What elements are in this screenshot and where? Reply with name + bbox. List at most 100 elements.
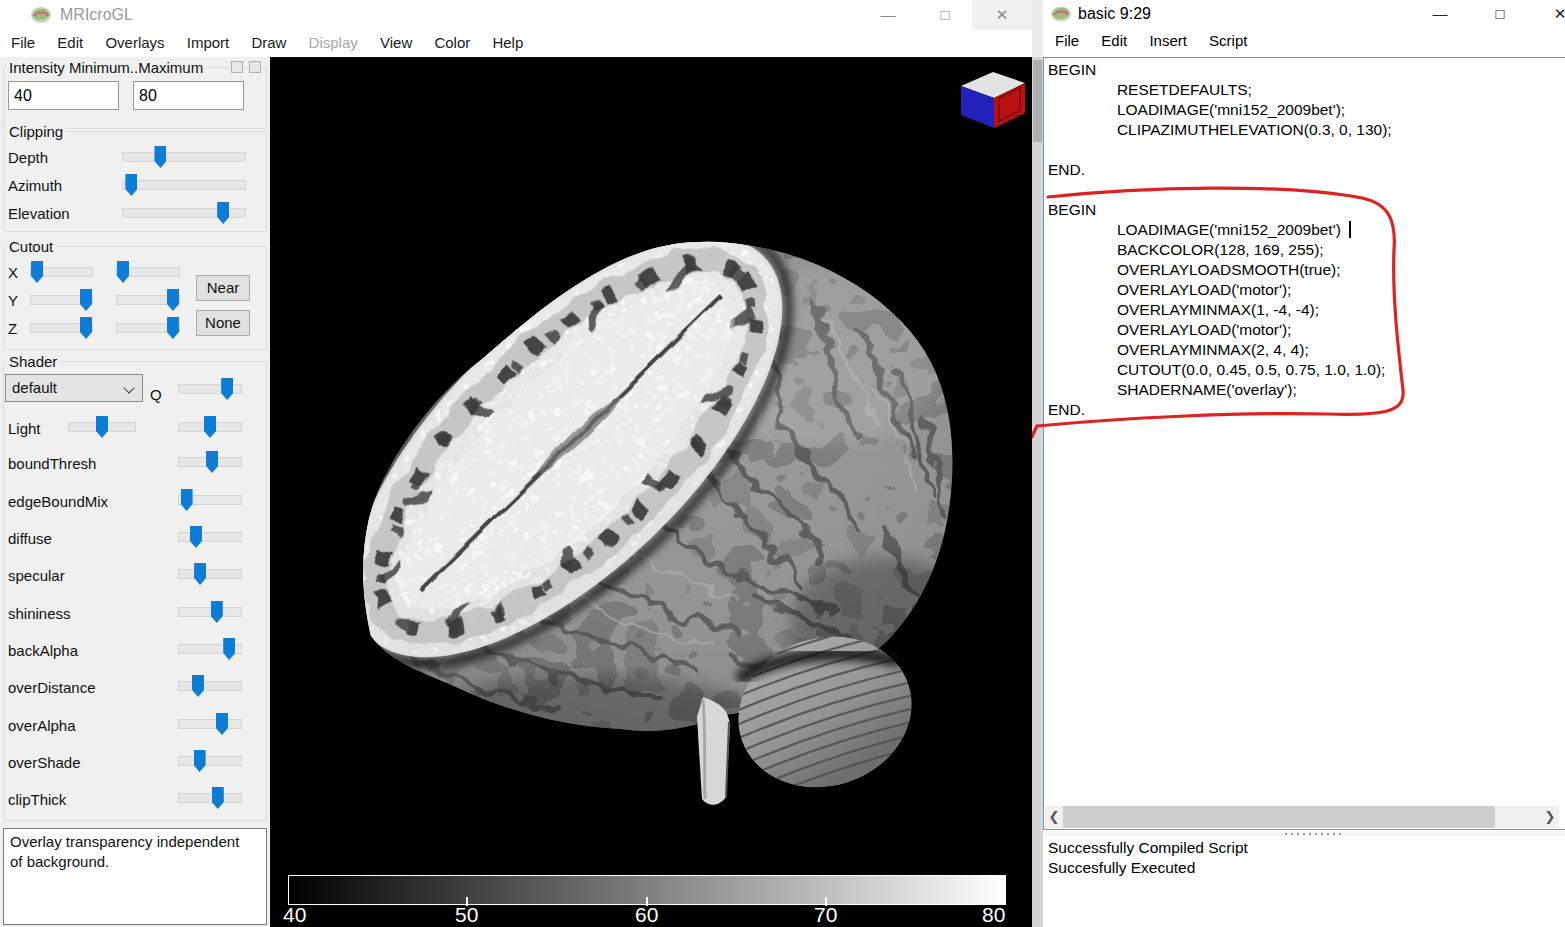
brain-render bbox=[270, 57, 1032, 927]
backAlpha-label: backAlpha bbox=[8, 642, 78, 659]
cutout-x-slider-2[interactable] bbox=[116, 261, 180, 283]
splitter-grip bbox=[1285, 833, 1345, 835]
backAlpha-slider[interactable] bbox=[178, 638, 242, 660]
shader-label: Shader bbox=[6, 353, 60, 370]
specular-label: specular bbox=[8, 567, 65, 584]
intensity-label: Intensity Minimum..Maximum bbox=[6, 59, 206, 76]
overShade-label: overShade bbox=[8, 754, 81, 771]
boundThresh-slider[interactable] bbox=[178, 451, 242, 473]
help-text: Overlay transparency independent of back… bbox=[10, 833, 239, 870]
minimize-button[interactable]: — bbox=[865, 0, 911, 30]
specular-slider[interactable] bbox=[178, 563, 242, 585]
script-window-title: basic 9:29 bbox=[1078, 5, 1151, 23]
cutout-x-slider-1[interactable] bbox=[30, 261, 93, 283]
overAlpha-slider[interactable] bbox=[178, 713, 242, 735]
cutout-z-slider-1[interactable] bbox=[30, 317, 93, 339]
scroll-right-arrow[interactable]: ❯ bbox=[1541, 806, 1559, 828]
near-button[interactable]: Near bbox=[196, 275, 250, 301]
script-titlebar[interactable]: basic 9:29 — □ ✕ bbox=[1043, 0, 1565, 28]
cutout-label: Cutout bbox=[6, 238, 56, 255]
q-label: Q bbox=[150, 386, 162, 403]
menu-help[interactable]: Help bbox=[492, 30, 523, 51]
status-line-2: Succesfully Executed bbox=[1048, 858, 1565, 878]
light-slider-1[interactable] bbox=[68, 416, 136, 438]
colorbar-label-70: 70 bbox=[814, 903, 837, 927]
intensity-checkbox-1[interactable] bbox=[231, 61, 243, 73]
window-title: MRIcroGL bbox=[60, 6, 133, 24]
elevation-label: Elevation bbox=[8, 205, 70, 222]
scrollbar-thumb[interactable] bbox=[1063, 806, 1495, 828]
close-button[interactable]: ✕ bbox=[979, 0, 1025, 30]
script-menu-file[interactable]: File bbox=[1055, 28, 1079, 49]
status-area: Successfully Compiled Script Succesfully… bbox=[1043, 836, 1565, 927]
mricrogl-window: MRIcroGL — □ ✕ File Edit Overlays Import… bbox=[0, 0, 1032, 927]
script-close-button[interactable]: ✕ bbox=[1540, 0, 1565, 28]
intensity-max-input[interactable] bbox=[133, 81, 244, 110]
menu-view[interactable]: View bbox=[380, 30, 412, 51]
none-button[interactable]: None bbox=[196, 310, 250, 336]
light-slider-2[interactable] bbox=[178, 416, 242, 438]
shininess-label: shininess bbox=[8, 605, 71, 622]
script-maximize-button[interactable]: □ bbox=[1480, 0, 1520, 28]
edgeBoundMix-slider[interactable] bbox=[178, 489, 242, 511]
light-label: Light bbox=[8, 420, 41, 437]
script-menu-script[interactable]: Script bbox=[1209, 28, 1247, 49]
intensity-checkbox-2[interactable] bbox=[249, 61, 261, 73]
maximize-button[interactable]: □ bbox=[922, 0, 968, 30]
diffuse-slider[interactable] bbox=[178, 526, 242, 548]
script-menubar: File Edit Insert Script bbox=[1043, 28, 1565, 57]
menu-color[interactable]: Color bbox=[434, 30, 470, 51]
app-brain-icon bbox=[30, 5, 52, 25]
horizontal-scrollbar[interactable]: ❮ ❯ bbox=[1045, 806, 1559, 828]
edgeBoundMix-label: edgeBoundMix bbox=[8, 493, 108, 510]
depth-label: Depth bbox=[8, 149, 48, 166]
overShade-slider[interactable] bbox=[178, 750, 242, 772]
clipThick-label: clipThick bbox=[8, 791, 66, 808]
menu-overlays[interactable]: Overlays bbox=[105, 30, 164, 51]
cutout-y-slider-2[interactable] bbox=[116, 289, 180, 311]
status-line-1: Successfully Compiled Script bbox=[1048, 838, 1565, 858]
elevation-slider[interactable] bbox=[122, 202, 246, 224]
diffuse-label: diffuse bbox=[8, 530, 52, 547]
overDistance-slider[interactable] bbox=[178, 675, 242, 697]
control-panel: Intensity Minimum..Maximum Clipping Dept… bbox=[0, 57, 270, 927]
depth-slider[interactable] bbox=[122, 146, 246, 168]
intensity-min-input[interactable] bbox=[8, 81, 119, 110]
clipThick-slider[interactable] bbox=[178, 787, 242, 809]
menu-import[interactable]: Import bbox=[187, 30, 230, 51]
menu-edit[interactable]: Edit bbox=[57, 30, 83, 51]
menu-draw[interactable]: Draw bbox=[251, 30, 286, 51]
cutout-y-slider-1[interactable] bbox=[30, 289, 93, 311]
script-brain-icon bbox=[1050, 5, 1072, 23]
shader-dropdown[interactable]: default bbox=[5, 374, 143, 402]
azimuth-label: Azimuth bbox=[8, 177, 62, 194]
colorbar-label-50: 50 bbox=[455, 903, 478, 927]
q-slider[interactable] bbox=[178, 378, 242, 400]
scroll-left-arrow[interactable]: ❮ bbox=[1045, 806, 1063, 828]
colorbar-label-60: 60 bbox=[635, 903, 658, 927]
cutout-z-label: Z bbox=[8, 320, 17, 337]
gap-scrollbar-thumb bbox=[1033, 60, 1042, 142]
overDistance-label: overDistance bbox=[8, 679, 96, 696]
help-text-box: Overlay transparency independent of back… bbox=[3, 828, 267, 925]
boundThresh-label: boundThresh bbox=[8, 455, 96, 472]
menu-display[interactable]: Display bbox=[309, 30, 358, 51]
script-minimize-button[interactable]: — bbox=[1420, 0, 1460, 28]
window-gap-strip-top bbox=[1032, 0, 1043, 57]
shininess-slider[interactable] bbox=[178, 601, 242, 623]
menu-file[interactable]: File bbox=[11, 30, 35, 51]
render-viewport[interactable]: 40 50 60 70 80 bbox=[270, 57, 1032, 927]
azimuth-slider[interactable] bbox=[122, 174, 246, 196]
overAlpha-label: overAlpha bbox=[8, 717, 76, 734]
cutout-x-label: X bbox=[8, 264, 18, 281]
cutout-y-label: Y bbox=[8, 292, 18, 309]
script-menu-insert[interactable]: Insert bbox=[1149, 28, 1187, 49]
cutout-z-slider-2[interactable] bbox=[116, 317, 180, 339]
clipping-label: Clipping bbox=[6, 123, 66, 140]
titlebar[interactable]: MRIcroGL — □ ✕ bbox=[0, 0, 1032, 30]
colorbar-label-80: 80 bbox=[982, 903, 1005, 927]
menubar: File Edit Overlays Import Draw Display V… bbox=[0, 30, 1032, 57]
orientation-cube bbox=[955, 66, 1025, 130]
script-menu-edit[interactable]: Edit bbox=[1101, 28, 1127, 49]
annotation-red-circle bbox=[1032, 150, 1565, 450]
